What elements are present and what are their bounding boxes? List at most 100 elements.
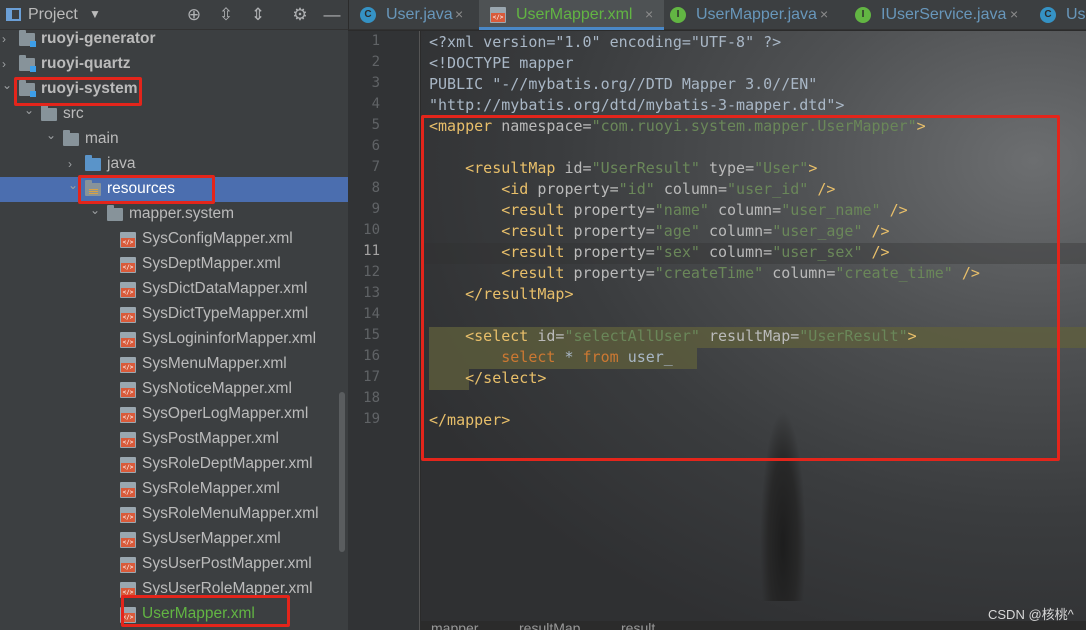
tree-file-item[interactable]: SysUserPostMapper.xml [0,552,348,577]
annotation-box-module [14,77,142,106]
tree-item-label: SysRoleMenuMapper.xml [142,505,319,522]
close-icon[interactable]: × [1010,6,1018,22]
tree-file-item[interactable]: SysRoleMapper.xml [0,477,348,502]
editor-tabs: CUser.java×UserMapper.xml×IUserMapper.ja… [348,0,1086,30]
xml-file-icon [120,557,136,573]
close-icon[interactable]: × [645,6,653,22]
tree-file-item[interactable]: SysPostMapper.xml [0,427,348,452]
gear-icon[interactable]: ⚙ [289,4,311,26]
project-panel-title[interactable]: Project [28,6,78,24]
xml-file-icon [120,407,136,423]
tree-item-label: SysLogininforMapper.xml [142,330,317,347]
tab-label: User.java [386,6,453,23]
chevron-right-icon[interactable]: › [68,157,72,171]
tree-item-label: SysRoleMapper.xml [142,480,280,497]
line-number: 4 [371,96,380,112]
editor-tab[interactable]: I UserMapper.java × [659,0,839,30]
annotation-box-new-file [121,595,290,627]
line-number: 6 [371,138,380,154]
tree-item-label: mapper.system [129,205,235,222]
tree-item-label: java [107,155,136,172]
tree-item-label: src [63,105,84,122]
tree-file-item[interactable]: SysRoleDeptMapper.xml [0,452,348,477]
module-folder-icon [19,30,36,47]
locate-file-icon[interactable]: ⊕ [183,4,205,26]
tree-scrollbar[interactable] [339,392,345,552]
breadcrumb-item[interactable]: resultMap [519,621,580,630]
tree-item-label: SysDictTypeMapper.xml [142,305,309,322]
interface-icon: I [670,7,686,23]
tree-folder-item[interactable]: › ruoyi-generator [0,27,348,52]
tree-item-label: SysPostMapper.xml [142,430,279,447]
class-icon: C [1040,7,1056,23]
interface-icon: I [855,7,871,23]
module-folder-icon [19,55,36,72]
tree-item-label: SysNoticeMapper.xml [142,380,292,397]
line-number: 12 [363,264,380,280]
line-number: 17 [363,369,380,385]
tree-item-label: ruoyi-quartz [41,55,131,72]
tree-file-item[interactable]: SysUserMapper.xml [0,527,348,552]
editor-breadcrumb: mapper resultMap result [421,621,1086,630]
line-number: 19 [363,411,380,427]
tab-label: UserMapper.java [696,6,817,23]
tree-file-item[interactable]: SysNoticeMapper.xml [0,377,348,402]
source-folder-icon [85,155,101,171]
tree-file-item[interactable]: SysRoleMenuMapper.xml [0,502,348,527]
line-number: 8 [371,180,380,196]
tree-folder-item[interactable]: ⌄ main [0,127,348,152]
chevron-right-icon[interactable]: › [2,32,6,46]
tree-file-item[interactable]: SysDeptMapper.xml [0,252,348,277]
tree-folder-item[interactable]: › ruoyi-quartz [0,52,348,77]
close-icon[interactable]: × [455,6,463,22]
tree-item-label: SysRoleDeptMapper.xml [142,455,313,472]
chevron-down-icon[interactable]: ⌄ [90,203,100,217]
chevron-right-icon[interactable]: › [2,57,6,71]
chevron-down-icon[interactable]: ⌄ [68,178,78,192]
annotation-box-mapper-code [421,115,1060,461]
tree-folder-item[interactable]: ⌄ mapper.system [0,202,348,227]
line-number: 15 [363,327,380,343]
collapse-all-icon[interactable]: ⇕ [247,4,269,26]
code-line: <?xml version="1.0" encoding="UTF-8" ?> [429,33,782,51]
tree-file-item[interactable]: SysDictTypeMapper.xml [0,302,348,327]
tab-label: UserMapper.xml [516,6,633,23]
chevron-down-icon[interactable]: ⌄ [46,128,56,142]
line-number: 10 [363,222,380,238]
line-number: 14 [363,306,380,322]
line-number: 11 [363,243,380,259]
line-number: 7 [371,159,380,175]
tree-item-label: SysDeptMapper.xml [142,255,281,272]
editor-tab[interactable]: C User.java × [349,0,474,30]
tree-item-label: ruoyi-generator [41,30,156,47]
breadcrumb-item[interactable]: result [621,621,655,630]
view-dropdown-icon[interactable]: ▼ [89,7,101,21]
hide-panel-icon[interactable]: — [321,4,343,26]
tree-item-label: SysUserMapper.xml [142,530,281,547]
chevron-down-icon[interactable]: ⌄ [2,78,12,92]
tree-file-item[interactable]: SysDictDataMapper.xml [0,277,348,302]
editor-tab[interactable]: I IUserService.java × [844,0,1029,30]
xml-file-icon [120,432,136,448]
tab-label: IUserService.java [881,6,1007,23]
project-view-icon [6,8,21,21]
xml-file-icon [120,382,136,398]
tree-file-item[interactable]: SysMenuMapper.xml [0,352,348,377]
editor-tab[interactable]: C Us [1029,0,1086,30]
tree-file-item[interactable]: SysConfigMapper.xml [0,227,348,252]
close-icon[interactable]: × [820,6,828,22]
line-number-gutter: 1 2 3 4 5 6 7 8 9 10 11 12 13 14 15 16 17 18 19 [348,31,420,630]
line-number: 5 [371,117,380,133]
tree-file-item[interactable]: SysOperLogMapper.xml [0,402,348,427]
breadcrumb-item[interactable]: mapper [431,621,478,630]
editor-tab[interactable]: UserMapper.xml × [479,0,664,30]
tree-file-item[interactable]: SysLogininforMapper.xml [0,327,348,352]
tree-folder-item[interactable]: › java [0,152,348,177]
expand-all-icon[interactable]: ⇳ [215,4,237,26]
watermark: CSDN @核桃^ [988,607,1074,622]
tab-label: Us [1066,6,1086,23]
line-number: 3 [371,75,380,91]
xml-file-icon [120,257,136,273]
line-number: 2 [371,54,380,70]
line-number: 9 [371,201,380,217]
